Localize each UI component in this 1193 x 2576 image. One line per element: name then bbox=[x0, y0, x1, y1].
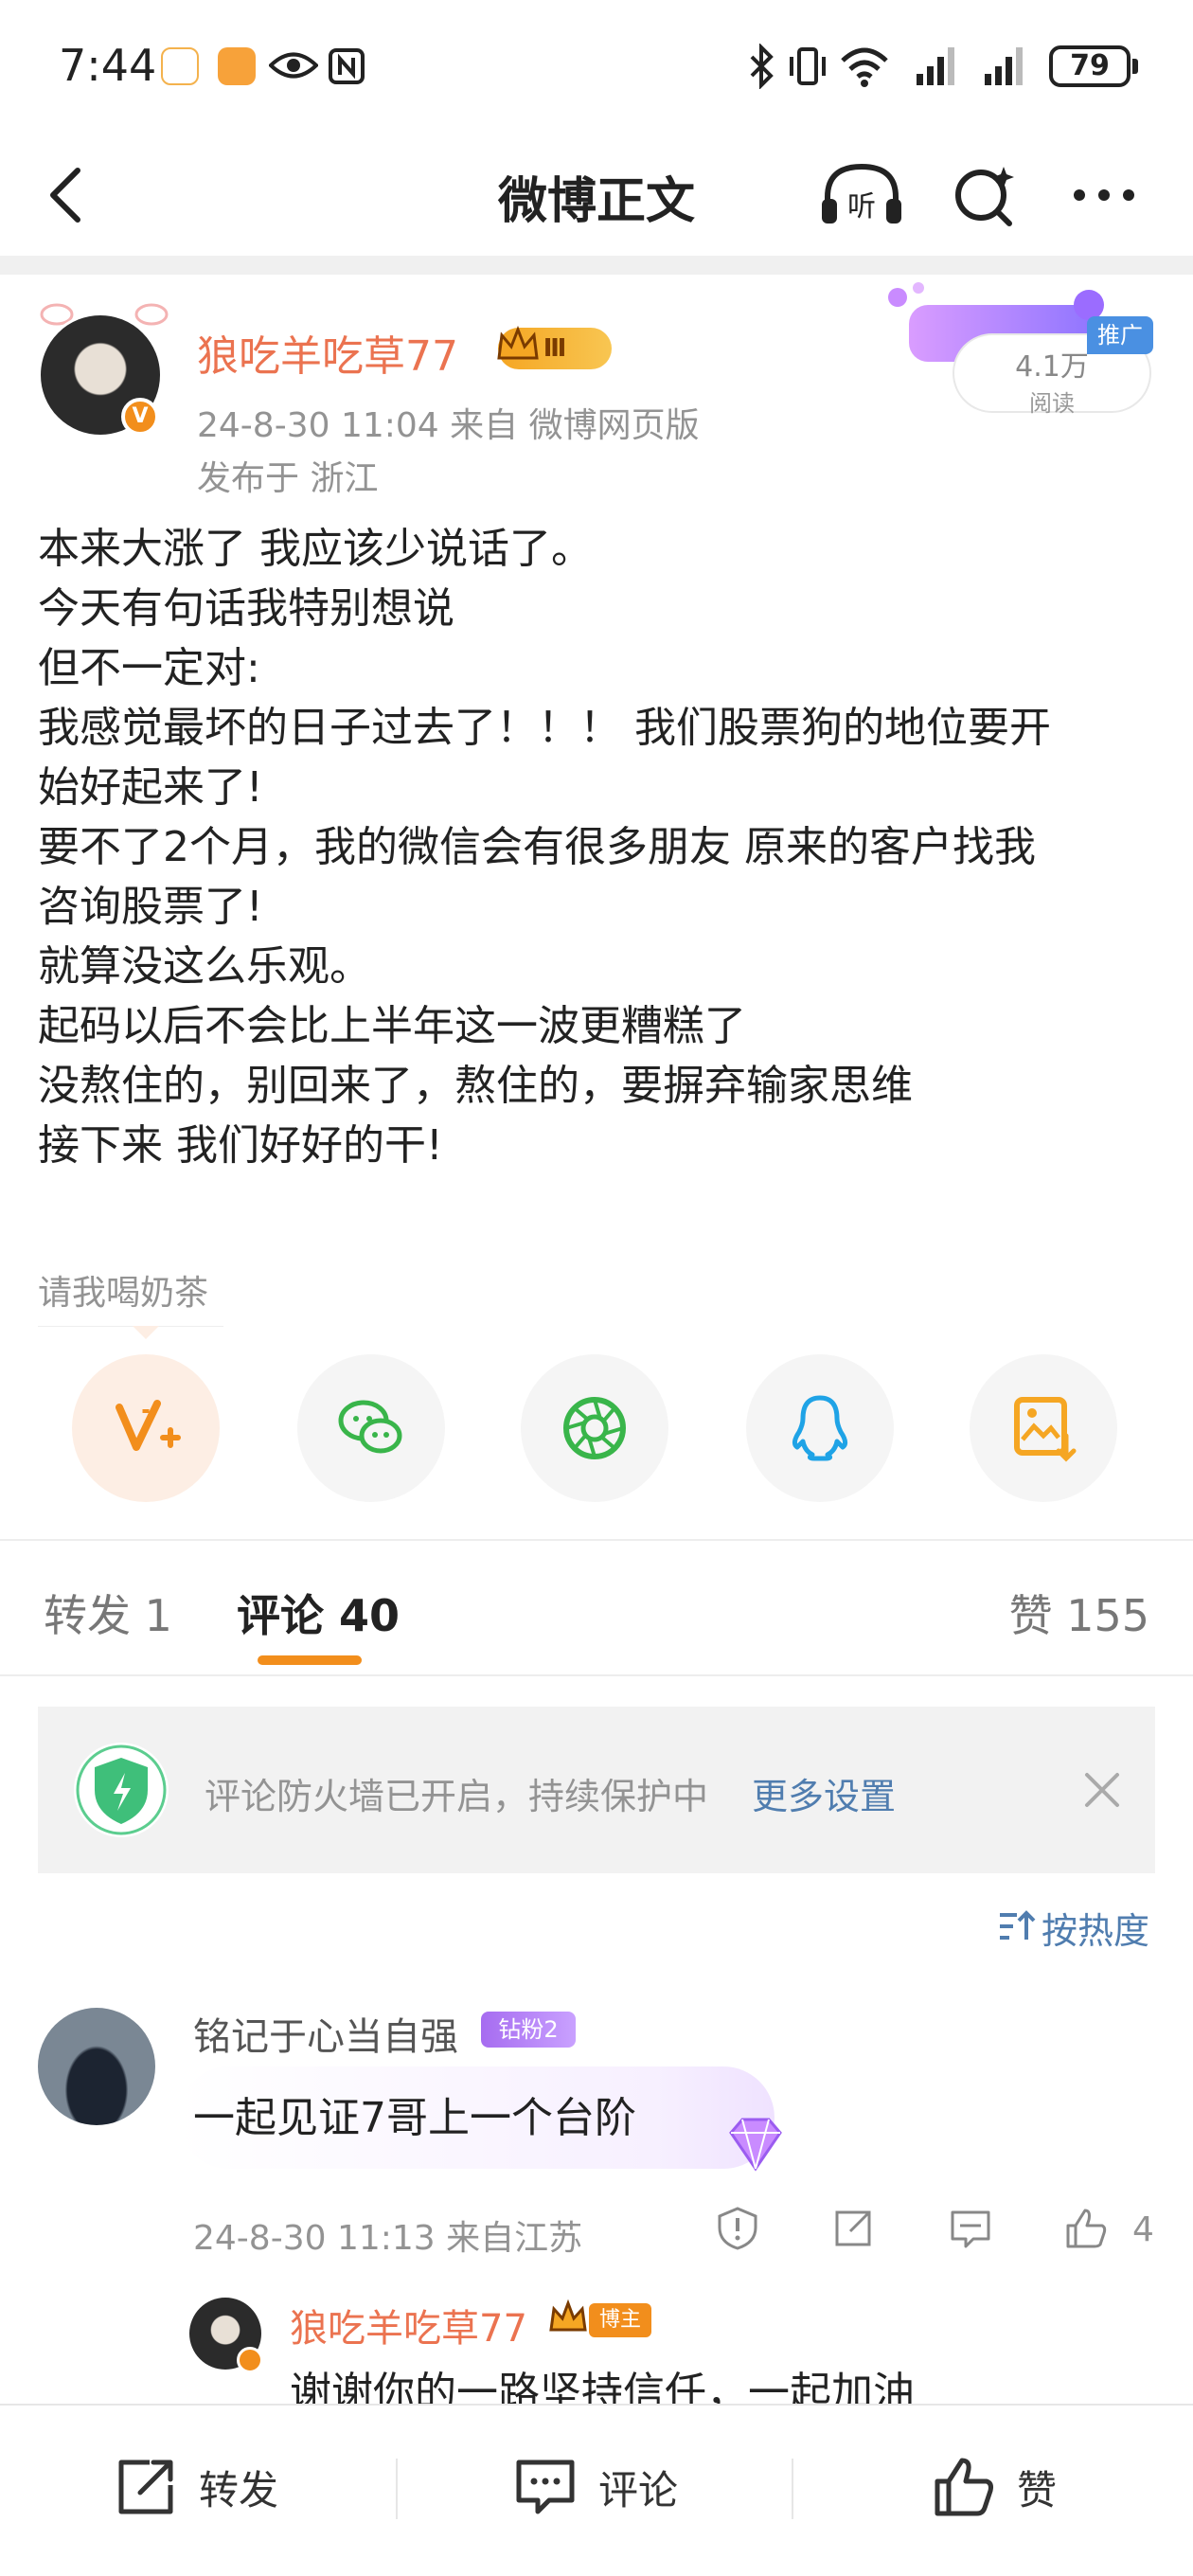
divider bbox=[396, 2459, 398, 2519]
more-icon[interactable] bbox=[1068, 159, 1140, 231]
vibrate-icon bbox=[790, 47, 826, 85]
divider bbox=[792, 2459, 793, 2519]
firewall-text: 评论防火墙已开启，持续保护中 bbox=[205, 1776, 709, 1817]
share-qq-button[interactable] bbox=[746, 1354, 894, 1502]
post-line: 今天有句话我特别想说 bbox=[38, 584, 454, 633]
thumbs-up-icon bbox=[935, 2458, 993, 2516]
post-line: 咨询股票了! bbox=[38, 883, 263, 931]
crown-icon bbox=[497, 325, 539, 360]
more-settings-link[interactable]: 更多设置 bbox=[752, 1767, 896, 1819]
read-label: 阅读 bbox=[1029, 390, 1075, 417]
status-time: 7:44 bbox=[59, 40, 157, 91]
wechat-icon bbox=[338, 1400, 402, 1454]
post-line: 始好起来了! bbox=[38, 763, 263, 812]
notification-app-icon bbox=[161, 47, 199, 85]
shield-icon bbox=[74, 1743, 169, 1837]
nav-bar: 微博正文 听 bbox=[0, 133, 1193, 256]
post-line: 起码以后不会比上半年这一波更糟糕了 bbox=[38, 1002, 746, 1050]
section-divider bbox=[0, 1539, 1193, 1541]
author-name[interactable]: 狼吃羊吃草77 bbox=[197, 322, 458, 383]
bluetooth-icon bbox=[750, 44, 774, 89]
post-timestamp-source: 24-8-30 11:04 来自 微博网页版 bbox=[197, 406, 700, 445]
member-level-label: Ⅲ bbox=[543, 334, 567, 363]
repost-icon bbox=[118, 2460, 173, 2514]
author-role-badge: 博主 bbox=[589, 2303, 651, 2337]
promo-tag[interactable]: 推广 bbox=[1087, 316, 1153, 354]
like-button[interactable]: 赞 bbox=[930, 2449, 1057, 2525]
commenter-name[interactable]: 铭记于心当自强 bbox=[193, 2006, 458, 2061]
comment-text[interactable]: 一起见证7哥上一个台阶 bbox=[193, 2084, 636, 2144]
signal-icon bbox=[985, 47, 1023, 85]
verified-badge-icon: V bbox=[121, 398, 159, 436]
close-icon[interactable] bbox=[1079, 1767, 1125, 1813]
active-tab-indicator bbox=[258, 1655, 362, 1665]
comment-like-count: 4 bbox=[1132, 2210, 1154, 2249]
listen-icon[interactable]: 听 bbox=[818, 159, 905, 231]
tip-caret bbox=[133, 1326, 159, 1339]
diamond-icon bbox=[729, 2118, 782, 2172]
svg-text:听: 听 bbox=[847, 190, 876, 224]
v-plus-icon bbox=[116, 1400, 181, 1451]
verified-badge-icon bbox=[237, 2347, 263, 2373]
like-icon[interactable] bbox=[1062, 2205, 1110, 2252]
post-line: 本来大涨了 我应该少说话了。 bbox=[38, 525, 593, 573]
tab-like[interactable]: 赞 155 bbox=[1009, 1582, 1149, 1644]
notification-app-icon bbox=[218, 47, 256, 85]
search-icon[interactable] bbox=[949, 159, 1021, 231]
repost-label: 转发 bbox=[199, 2466, 279, 2513]
reply-icon[interactable] bbox=[947, 2205, 994, 2252]
tab-repost[interactable]: 转发 1 bbox=[44, 1582, 172, 1644]
fan-badge[interactable]: 钻粉2 bbox=[481, 2012, 576, 2048]
tab-comment[interactable]: 评论 40 bbox=[237, 1582, 400, 1644]
comment-firewall-notice: 评论防火墙已开启，持续保护中 更多设置 bbox=[38, 1707, 1155, 1873]
share-wechat-button[interactable] bbox=[297, 1354, 445, 1502]
repost-button[interactable]: 转发 bbox=[112, 2449, 278, 2525]
tip-divider bbox=[38, 1326, 223, 1327]
fan-badge-label: 钻粉2 bbox=[498, 2016, 559, 2043]
post-location: 发布于 浙江 bbox=[197, 459, 379, 498]
post-body: 本来大涨了 我应该少说话了。 今天有句话我特别想说 但不一定对: 我感觉最坏的日… bbox=[38, 519, 1155, 1175]
reply-author-name[interactable]: 狼吃羊吃草77 bbox=[290, 2298, 527, 2352]
qq-icon bbox=[792, 1395, 848, 1461]
section-divider bbox=[0, 256, 1193, 275]
moments-icon bbox=[563, 1397, 626, 1459]
status-bar: 7:44 79 bbox=[0, 0, 1193, 133]
share-row bbox=[0, 1354, 1193, 1506]
post-line: 但不一定对: bbox=[38, 644, 260, 692]
comment-icon bbox=[516, 2460, 575, 2514]
like-label: 赞 bbox=[1017, 2466, 1058, 2513]
eye-icon bbox=[269, 52, 318, 79]
section-divider bbox=[0, 1674, 1193, 1676]
commenter-avatar[interactable] bbox=[38, 2008, 155, 2125]
post-line: 要不了2个月，我的微信会有很多朋友 原来的客户找我 bbox=[38, 823, 1036, 871]
comment-label: 评论 bbox=[598, 2466, 679, 2513]
sort-by-hot[interactable]: 按热度 bbox=[1042, 1902, 1149, 1954]
sort-icon[interactable] bbox=[998, 1909, 1036, 1943]
nfc-icon bbox=[329, 48, 365, 84]
repost-comment-icon[interactable] bbox=[829, 2205, 877, 2252]
crown-icon bbox=[549, 2299, 587, 2332]
save-image-icon bbox=[1014, 1397, 1077, 1462]
battery-indicator: 79 bbox=[1049, 45, 1138, 87]
wifi-icon bbox=[841, 47, 888, 87]
bottom-action-bar: 转发 评论 赞 bbox=[0, 2404, 1193, 2576]
comment-button[interactable]: 评论 bbox=[511, 2449, 678, 2525]
tip-label[interactable]: 请我喝奶茶 bbox=[38, 1265, 208, 1315]
post-line: 接下来 我们好好的干! bbox=[38, 1121, 443, 1170]
save-image-button[interactable] bbox=[970, 1354, 1117, 1502]
tip-vplus-button[interactable] bbox=[72, 1354, 220, 1502]
signal-icon bbox=[917, 47, 954, 85]
post-line: 没熬住的，别回来了，熬住的，要摒弃输家思维 bbox=[38, 1062, 913, 1110]
post-line: 我感觉最坏的日子过去了！！！ 我们股票狗的地位要开 bbox=[38, 704, 1051, 752]
share-moments-button[interactable] bbox=[521, 1354, 668, 1502]
report-icon[interactable] bbox=[714, 2205, 761, 2252]
post-line: 就算没这么乐观。 bbox=[38, 942, 371, 991]
comment-meta: 24-8-30 11:13 来自江苏 bbox=[193, 2219, 583, 2258]
